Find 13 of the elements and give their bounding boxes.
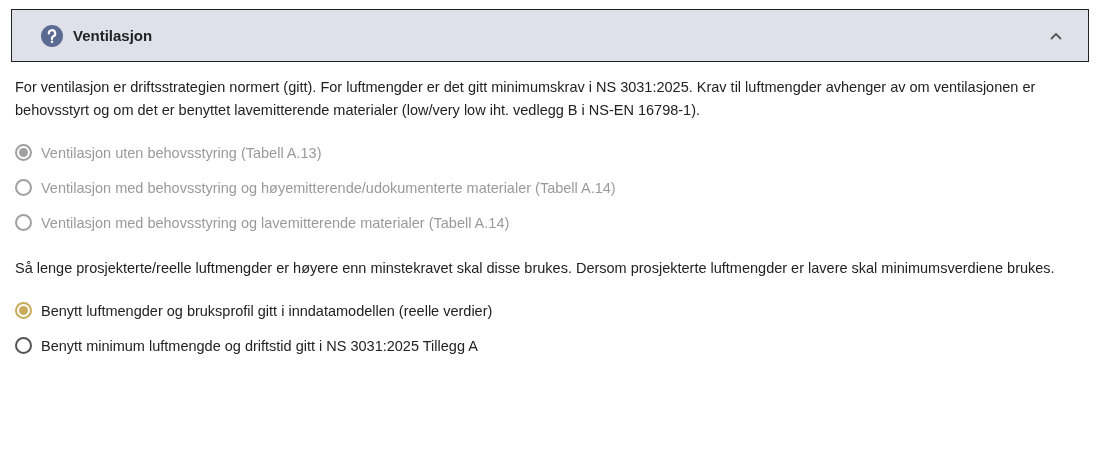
chevron-up-icon[interactable]: [1050, 31, 1062, 40]
help-icon: [41, 24, 63, 47]
option-label: Ventilasjon uten behovsstyring (Tabell A.13): [41, 144, 322, 161]
radio-button[interactable]: [15, 302, 32, 319]
option-label: Benytt luftmengder og bruksprofil gitt i inndatamodellen (reelle verdier): [41, 302, 493, 319]
intro-text: For ventilasjon er driftsstrategien normert (gitt). For luftmengder er det gitt minimumskrav i NS 3031:2025. Krav til luftmengder avhenger av om ventilasjonen er behovsstyrt og om det er benyttet lavemitterende materialer (low/very low iht. vedlegg B i NS-EN 16798-1).: [15, 78, 1037, 120]
option-label: Ventilasjon med behovsstyring og høyemitterende/udokumenterte materialer (Tabell A.14): [41, 179, 616, 196]
section-title: Ventilasjon: [73, 27, 154, 44]
option-label: Benytt minimum luftmengde og driftstid gitt i NS 3031:2025 Tillegg A: [41, 337, 478, 354]
option-label: Ventilasjon med behovsstyring og lavemitterende materialer (Tabell A.14): [41, 214, 510, 231]
radio-button[interactable]: [15, 337, 32, 354]
note-text: Så lenge prosjekterte/reelle luftmengder er høyere enn minstekravet skal disse brukes. Dersom prosjekterte luftmengder er lavere skal minimumsverdiene brukes.: [15, 259, 1056, 278]
section-header[interactable]: Ventilasjon: [11, 9, 1089, 62]
